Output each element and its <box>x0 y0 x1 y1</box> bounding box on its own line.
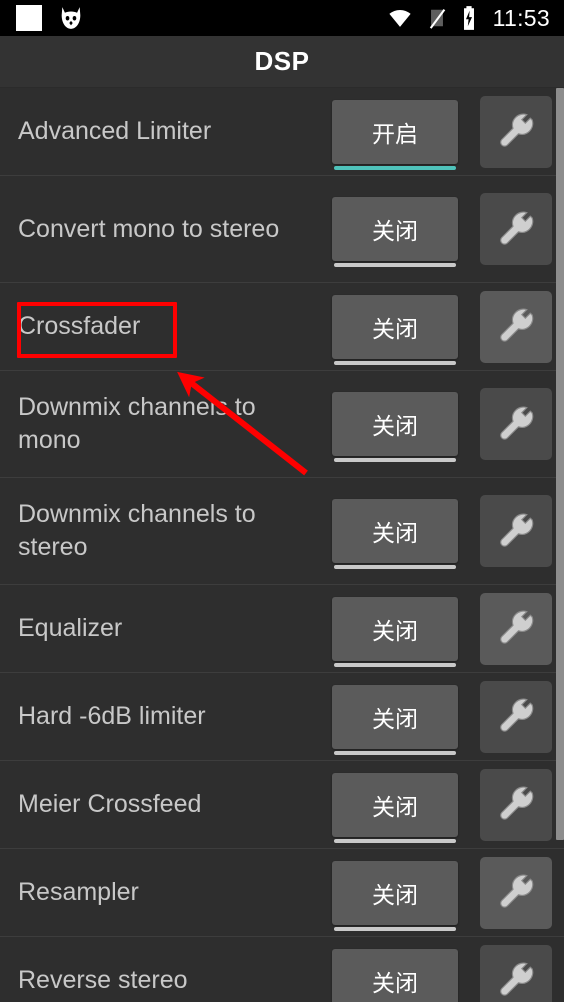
list-scrollbar-thumb[interactable] <box>556 88 564 840</box>
effect-toggle-label: 关闭 <box>372 315 418 342</box>
effect-toggle-label: 关闭 <box>372 881 418 908</box>
title-bar: DSP <box>0 36 564 88</box>
dsp-effect-list[interactable]: Advanced Limiter 开启 Convert mono to stereo… <box>0 88 564 1002</box>
effect-toggle-indicator <box>334 750 456 755</box>
effect-row[interactable]: Hard -6dB limiter 关闭 <box>0 673 564 761</box>
effect-name-label: Hard -6dB limiter <box>18 702 206 730</box>
effect-settings-button[interactable] <box>480 944 552 1002</box>
list-scrollbar[interactable] <box>556 88 564 1002</box>
wrench-icon <box>496 871 536 914</box>
battery-charging-icon <box>463 6 474 30</box>
effect-row[interactable]: Advanced Limiter 开启 <box>0 88 564 176</box>
effect-toggle-button[interactable]: 开启 <box>332 99 458 170</box>
white-square-icon <box>16 5 42 31</box>
effect-toggle-button[interactable]: 关闭 <box>332 294 458 365</box>
effect-toggle-button[interactable]: 关闭 <box>332 772 458 843</box>
effect-toggle-button[interactable]: 关闭 <box>332 684 458 755</box>
effect-toggle-button[interactable]: 关闭 <box>332 197 458 267</box>
effect-toggle-label: 关闭 <box>372 969 418 996</box>
wrench-icon <box>496 510 536 553</box>
effect-name-label: Equalizer <box>18 614 123 642</box>
effect-settings-button[interactable] <box>480 856 552 929</box>
effect-toggle-label: 关闭 <box>372 705 418 732</box>
effect-toggle-indicator <box>334 165 456 170</box>
status-bar-right-icons: 11:53 <box>386 5 550 32</box>
effect-toggle-label: 关闭 <box>372 413 418 439</box>
effect-toggle-label: 关闭 <box>372 218 418 244</box>
effect-settings-button[interactable] <box>480 768 552 841</box>
effect-row[interactable]: Convert mono to stereo 关闭 <box>0 176 564 283</box>
wrench-icon <box>496 403 536 446</box>
effect-name-label: Advanced Limiter <box>18 117 212 145</box>
effect-settings-button[interactable] <box>480 680 552 753</box>
effect-toggle-label: 关闭 <box>372 617 418 644</box>
effect-name-label: Convert mono to stereo <box>18 214 280 243</box>
effect-toggle-indicator <box>334 263 456 267</box>
effect-toggle-indicator <box>334 662 456 667</box>
effect-settings-button[interactable] <box>480 193 552 265</box>
wrench-icon <box>496 607 536 650</box>
status-bar-left-icons <box>16 5 84 31</box>
effect-toggle-label: 关闭 <box>372 793 418 820</box>
wrench-icon <box>496 110 536 153</box>
wrench-icon <box>496 783 536 826</box>
effect-toggle-indicator <box>334 838 456 843</box>
effect-settings-button[interactable] <box>480 592 552 665</box>
effect-toggle-indicator <box>334 565 456 569</box>
wrench-icon <box>496 305 536 348</box>
effect-settings-button[interactable] <box>480 95 552 168</box>
effect-row[interactable]: Downmix channels to mono 关闭 <box>0 371 564 478</box>
wrench-icon <box>496 208 536 251</box>
wifi-icon <box>389 9 411 27</box>
effect-settings-button[interactable] <box>480 388 552 460</box>
effect-settings-button[interactable] <box>480 290 552 363</box>
effect-toggle-label: 关闭 <box>372 520 418 546</box>
effect-toggle-label: 开启 <box>372 120 418 147</box>
mobile-signal-off-icon <box>429 9 445 29</box>
effect-name-label: Downmix channels to mono <box>18 393 256 454</box>
effect-name-label: Reverse stereo <box>18 966 188 994</box>
effect-name-label: Downmix channels to stereo <box>18 500 256 561</box>
effect-row[interactable]: Equalizer 关闭 <box>0 585 564 673</box>
effect-toggle-button[interactable]: 关闭 <box>332 948 458 1002</box>
effect-toggle-indicator <box>334 926 456 931</box>
effect-name-label: Crossfader <box>18 312 141 340</box>
effect-toggle-button[interactable]: 关闭 <box>332 596 458 667</box>
effect-row[interactable]: Crossfader 关闭 <box>0 283 564 371</box>
status-bar-clock: 11:53 <box>492 4 550 31</box>
effect-toggle-indicator <box>334 360 456 365</box>
effect-settings-button[interactable] <box>480 495 552 567</box>
fox-app-icon <box>61 7 81 29</box>
effect-toggle-button[interactable]: 关闭 <box>332 499 458 569</box>
wrench-icon <box>496 695 536 738</box>
wrench-icon <box>496 959 536 1002</box>
effect-toggle-button[interactable]: 关闭 <box>332 860 458 931</box>
effect-row[interactable]: Resampler 关闭 <box>0 849 564 937</box>
effect-toggle-indicator <box>334 458 456 462</box>
effect-row[interactable]: Meier Crossfeed 关闭 <box>0 761 564 849</box>
effect-toggle-button[interactable]: 关闭 <box>332 392 458 462</box>
effect-name-label: Resampler <box>18 878 139 906</box>
dsp-screen: 11:53 DSP Advanced Limiter 开启 Convert mono… <box>0 0 564 1002</box>
effect-row[interactable]: Reverse stereo 关闭 <box>0 937 564 1002</box>
effect-name-label: Meier Crossfeed <box>18 790 202 818</box>
page-title: DSP <box>254 46 310 76</box>
effect-row[interactable]: Downmix channels to stereo 关闭 <box>0 478 564 585</box>
status-bar: 11:53 <box>0 0 564 36</box>
